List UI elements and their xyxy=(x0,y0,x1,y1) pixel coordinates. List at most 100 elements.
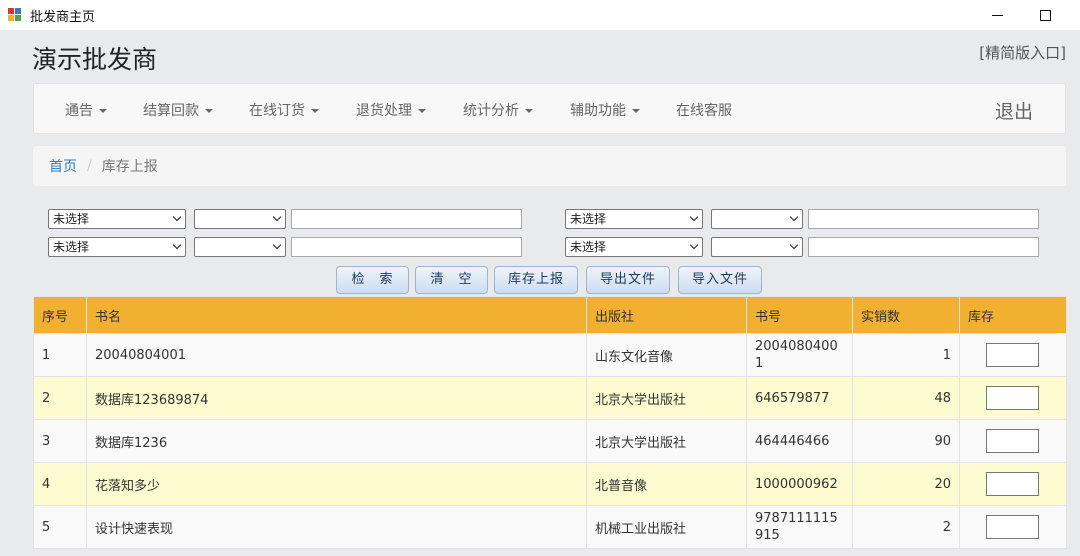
cell-no: 3 xyxy=(33,419,87,463)
cell-publisher: 北普音像 xyxy=(586,462,747,506)
caret-down-icon xyxy=(632,109,640,113)
cell-no: 5 xyxy=(33,505,87,549)
main-navbar: 通告 结算回款 在线订货 退货处理 统计分析 辅助功能 在线客服 退出 xyxy=(33,83,1066,134)
stock-input[interactable] xyxy=(986,343,1039,367)
table-row: 4 花落知多少 北普音像 1000000962 20 xyxy=(33,462,1067,506)
breadcrumb-home[interactable]: 首页 xyxy=(49,156,77,176)
nav-notice[interactable]: 通告 xyxy=(65,100,107,120)
select-value: 未选择 xyxy=(53,212,90,226)
cell-stock xyxy=(959,333,1067,377)
col-header-publisher: 出版社 xyxy=(586,296,747,334)
table-row: 5 设计快速表现 机械工业出版社 9787111115915 2 xyxy=(33,505,1067,549)
cell-stock xyxy=(959,419,1067,463)
select-value: 未选择 xyxy=(53,240,90,254)
stock-input[interactable] xyxy=(986,472,1039,496)
col-header-title: 书名 xyxy=(86,296,587,334)
search-button[interactable]: 检 索 xyxy=(336,266,409,294)
cell-title: 数据库123689874 xyxy=(86,376,587,420)
nav-label: 通告 xyxy=(65,103,93,119)
cell-publisher: 北京大学出版社 xyxy=(586,419,747,463)
chevron-down-icon xyxy=(172,212,182,222)
window-titlebar: 批发商主页 xyxy=(0,0,1080,30)
table-header-row: 序号 书名 出版社 书号 实销数 库存 xyxy=(33,296,1067,334)
chevron-down-icon xyxy=(272,240,282,250)
chevron-down-icon xyxy=(689,240,699,250)
cell-title: 设计快速表现 xyxy=(86,505,587,549)
nav-returns[interactable]: 退货处理 xyxy=(356,100,426,120)
caret-down-icon xyxy=(205,109,213,113)
cell-stock xyxy=(959,462,1067,506)
col-header-isbn: 书号 xyxy=(746,296,853,334)
logout-link[interactable]: 退出 xyxy=(995,97,1033,124)
cell-no: 4 xyxy=(33,462,87,506)
col-header-no: 序号 xyxy=(33,296,87,334)
stock-input[interactable] xyxy=(986,386,1039,410)
select-value: 未选择 xyxy=(570,240,607,254)
table-row: 2 数据库123689874 北京大学出版社 646579877 48 xyxy=(33,376,1067,420)
filter-operator-select[interactable] xyxy=(711,237,803,257)
col-header-sold: 实销数 xyxy=(852,296,960,334)
cell-sold: 2 xyxy=(852,505,960,549)
caret-down-icon xyxy=(525,109,533,113)
col-header-stock: 库存 xyxy=(959,296,1067,334)
filter-field-select[interactable]: 未选择 xyxy=(48,237,186,257)
cell-sold: 90 xyxy=(852,419,960,463)
chevron-down-icon xyxy=(172,240,182,250)
cell-sold: 20 xyxy=(852,462,960,506)
caret-down-icon xyxy=(418,109,426,113)
window-title: 批发商主页 xyxy=(30,9,96,25)
filter-field-select[interactable]: 未选择 xyxy=(565,237,703,257)
cell-isbn: 646579877 xyxy=(746,376,853,420)
cell-sold: 48 xyxy=(852,376,960,420)
stock-input[interactable] xyxy=(986,429,1039,453)
chevron-down-icon xyxy=(689,212,699,222)
app-logo-icon xyxy=(8,8,22,22)
maximize-icon[interactable] xyxy=(1022,0,1068,30)
cell-title: 20040804001 xyxy=(86,333,587,377)
nav-label: 结算回款 xyxy=(143,103,199,119)
stock-table: 序号 书名 出版社 书号 实销数 库存 1 20040804001 山东文化音像… xyxy=(33,296,1067,549)
stock-input[interactable] xyxy=(986,515,1039,539)
cell-publisher: 北京大学出版社 xyxy=(586,376,747,420)
filter-field-select[interactable]: 未选择 xyxy=(48,209,186,229)
cell-title: 花落知多少 xyxy=(86,462,587,506)
cell-publisher: 山东文化音像 xyxy=(586,333,747,377)
nav-support[interactable]: 在线客服 xyxy=(676,100,732,120)
import-file-button[interactable]: 导入文件 xyxy=(678,266,762,294)
filter-value-input[interactable] xyxy=(291,209,522,229)
nav-online-order[interactable]: 在线订货 xyxy=(249,100,319,120)
cell-isbn: 1000000962 xyxy=(746,462,853,506)
report-stock-button[interactable]: 库存上报 xyxy=(494,266,578,294)
filter-value-input[interactable] xyxy=(808,237,1039,257)
select-value: 未选择 xyxy=(570,212,607,226)
caret-down-icon xyxy=(311,109,319,113)
nav-tools[interactable]: 辅助功能 xyxy=(570,100,640,120)
filter-operator-select[interactable] xyxy=(194,209,286,229)
nav-settlement[interactable]: 结算回款 xyxy=(143,100,213,120)
nav-label: 辅助功能 xyxy=(570,103,626,119)
lite-version-link[interactable]: [精简版入口] xyxy=(979,42,1066,63)
breadcrumb-separator: / xyxy=(87,158,92,174)
clear-button[interactable]: 清 空 xyxy=(415,266,488,294)
brand-title: 演示批发商 xyxy=(32,45,158,74)
nav-label: 统计分析 xyxy=(463,103,519,119)
filter-operator-select[interactable] xyxy=(194,237,286,257)
caret-down-icon xyxy=(99,109,107,113)
nav-label: 在线订货 xyxy=(249,103,305,119)
filter-value-input[interactable] xyxy=(291,237,522,257)
nav-statistics[interactable]: 统计分析 xyxy=(463,100,533,120)
chevron-down-icon xyxy=(789,212,799,222)
cell-isbn: 20040804001 xyxy=(746,333,853,377)
cell-title: 数据库1236 xyxy=(86,419,587,463)
table-row: 1 20040804001 山东文化音像 20040804001 1 xyxy=(33,333,1067,377)
minimize-icon[interactable] xyxy=(974,0,1020,30)
filter-operator-select[interactable] xyxy=(711,209,803,229)
chevron-down-icon xyxy=(789,240,799,250)
filter-value-input[interactable] xyxy=(808,209,1039,229)
cell-no: 2 xyxy=(33,376,87,420)
table-row: 3 数据库1236 北京大学出版社 464446466 90 xyxy=(33,419,1067,463)
export-file-button[interactable]: 导出文件 xyxy=(586,266,670,294)
breadcrumb: 首页 / 库存上报 xyxy=(33,146,1066,186)
filter-field-select[interactable]: 未选择 xyxy=(565,209,703,229)
cell-no: 1 xyxy=(33,333,87,377)
